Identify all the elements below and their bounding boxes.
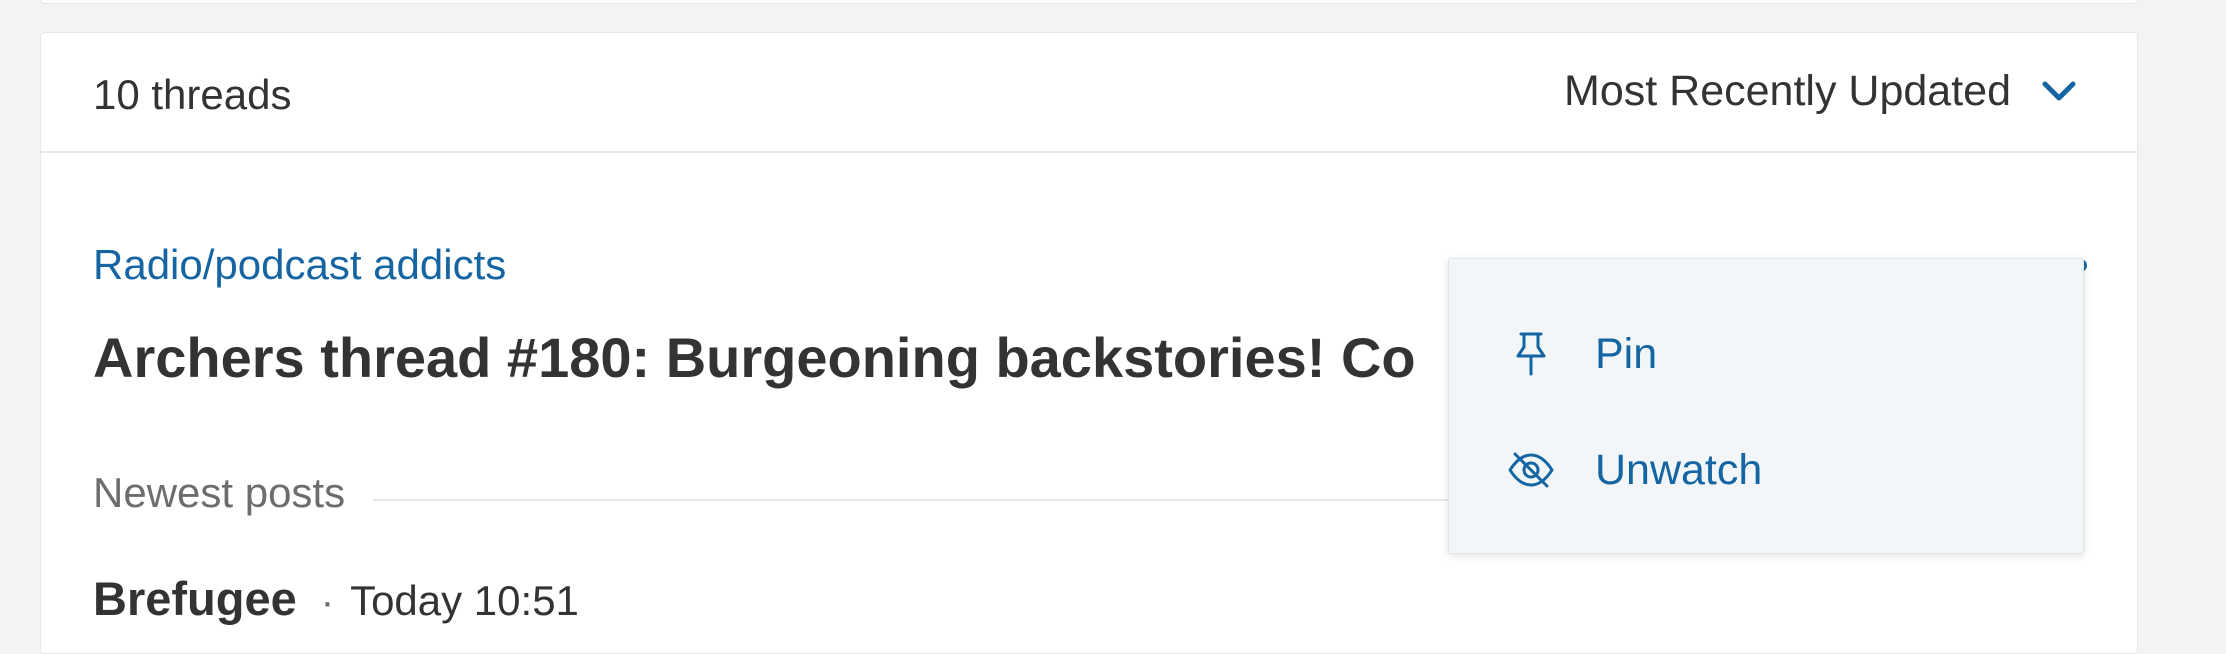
page-gutter: [2140, 0, 2226, 600]
menu-item-pin[interactable]: Pin: [1449, 299, 2083, 409]
menu-item-unwatch[interactable]: Unwatch: [1449, 415, 2083, 525]
divider-line: [373, 499, 1573, 501]
thread-count: 10 threads: [93, 71, 292, 118]
post-meta: Brefugee · Today 10:51: [93, 571, 579, 626]
newest-posts-divider: Newest posts: [93, 469, 1573, 529]
thread-options-menu: Pin Unwatch: [1448, 258, 2084, 554]
meta-separator: ·: [320, 580, 335, 624]
chevron-down-icon: [2042, 81, 2076, 100]
pin-icon: [1516, 332, 1546, 376]
post-author[interactable]: Brefugee: [93, 571, 297, 626]
menu-item-pin-label: Pin: [1595, 329, 1658, 378]
previous-card: [40, 0, 2138, 4]
thread-title[interactable]: Archers thread #180: Burgeoning backstor…: [93, 325, 1493, 390]
menu-item-unwatch-label: Unwatch: [1595, 445, 1763, 494]
newest-posts-label: Newest posts: [93, 469, 360, 517]
post-time[interactable]: Today 10:51: [350, 577, 579, 625]
threads-header: 10 threads Most Recently Updated: [41, 33, 2137, 153]
sort-dropdown[interactable]: Most Recently Updated: [1564, 67, 2083, 116]
sort-label: Most Recently Updated: [1564, 67, 2011, 115]
eye-slash-icon: [1508, 452, 1554, 488]
category-link[interactable]: Radio/podcast addicts: [93, 241, 506, 289]
